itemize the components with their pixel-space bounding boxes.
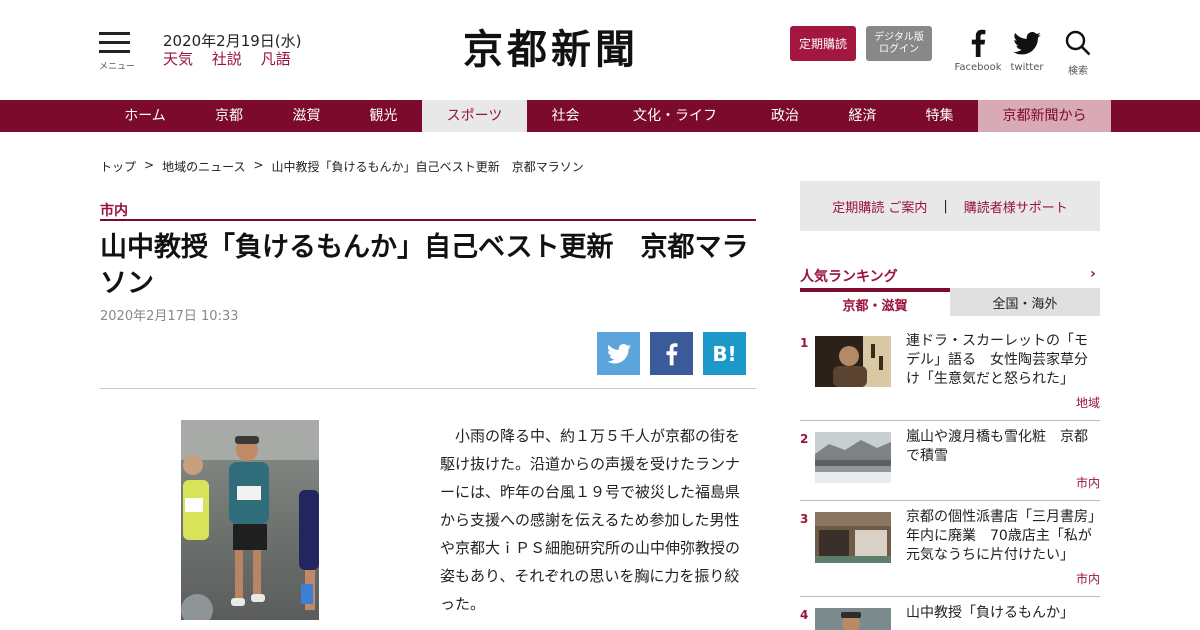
search-icon [1048, 28, 1108, 58]
ranking-category[interactable]: 市内 [1076, 474, 1100, 491]
ranking-divider [800, 596, 1100, 597]
subscription-support-box: 定期購読 ご案内 | 購読者様サポート [800, 181, 1100, 231]
article-photo[interactable] [181, 420, 319, 620]
nav-item-culture-life[interactable]: 文化・ライフ [604, 100, 746, 132]
nav-item-features[interactable]: 特集 [901, 100, 978, 132]
menu-button[interactable]: メニュー [99, 32, 135, 72]
quick-links: 天気 社説 凡語 [163, 48, 305, 69]
ranking-thumbnail [815, 432, 891, 483]
facebook-icon [666, 342, 678, 365]
nav-item-kyoto[interactable]: 京都 [190, 100, 268, 132]
category-divider [100, 219, 756, 221]
main-nav: ホーム 京都 滋賀 観光 スポーツ 社会 文化・ライフ 政治 経済 特集 京都新… [0, 100, 1200, 132]
ranking-thumbnail [815, 336, 891, 387]
nav-item-politics[interactable]: 政治 [746, 100, 824, 132]
article-body: 小雨の降る中、約１万５千人が京都の街を駆け抜けた。沿道からの声援を受けたランナー… [440, 427, 741, 613]
ranking-headline: 連ドラ・スカーレットの「モデル」語る 女性陶芸家草分け「生意気だと怒られた」 [906, 333, 1088, 387]
ranking-category[interactable]: 地域 [1076, 394, 1100, 411]
tab-national-overseas[interactable]: 全国・海外 [950, 288, 1100, 316]
digital-login-button[interactable]: デジタル版 ログイン [866, 26, 932, 61]
breadcrumb-local-news[interactable]: 地域のニュース [162, 158, 245, 175]
ranking-thumbnail [815, 512, 891, 563]
tab-kyoto-shiga[interactable]: 京都・滋賀 [800, 288, 950, 316]
search-button[interactable]: 検索 [1048, 28, 1108, 77]
rank-number: 2 [800, 432, 809, 446]
chevron-right-icon[interactable]: › [1090, 266, 1096, 282]
breadcrumb-current: 山中教授「負けるもんか」自己ベスト更新 京都マラソン [271, 160, 584, 174]
share-hatena-button[interactable]: B! [703, 332, 746, 375]
nav-item-from-kyoto-np[interactable]: 京都新聞から [978, 100, 1111, 132]
article-date: 2020年2月17日 10:33 [100, 309, 239, 324]
reader-support-link[interactable]: 購読者様サポート [964, 197, 1068, 216]
hamburger-icon [99, 32, 130, 35]
rank-number: 1 [800, 336, 809, 350]
editorial-link[interactable]: 社説 [212, 50, 242, 68]
nav-item-shiga[interactable]: 滋賀 [268, 100, 345, 132]
breadcrumb: トップ > 地域のニュース > 山中教授「負けるもんか」自己ベスト更新 京都マラ… [100, 158, 584, 175]
subscription-info-link[interactable]: 定期購読 ご案内 [832, 197, 927, 216]
ranking-divider [800, 420, 1100, 421]
breadcrumb-top[interactable]: トップ [100, 158, 136, 175]
site-header: メニュー 2020年2月19日(水) 天気 社説 凡語 京都新聞 定期購読 デジ… [0, 0, 1200, 100]
menu-label: メニュー [99, 62, 136, 72]
ranking-headline: 嵐山や渡月橋も雪化粧 京都で積雪 [906, 429, 1088, 464]
ranking-title: 人気ランキング [800, 269, 898, 285]
support-divider: | [943, 198, 948, 214]
ranking-headline: 山中教授「負けるもんか」 [906, 605, 1074, 621]
share-twitter-button[interactable] [597, 332, 640, 375]
nav-item-tourism[interactable]: 観光 [345, 100, 422, 132]
rank-number: 3 [800, 512, 809, 526]
ranking-category[interactable]: 市内 [1076, 570, 1100, 587]
site-logo[interactable]: 京都新聞 [463, 17, 639, 75]
breadcrumb-separator: > [144, 158, 155, 172]
twitter-icon [606, 343, 631, 363]
bongo-column-link[interactable]: 凡語 [261, 50, 291, 68]
nav-item-economy[interactable]: 経済 [824, 100, 901, 132]
article-divider [100, 388, 756, 389]
nav-item-sports[interactable]: スポーツ [422, 100, 527, 132]
weather-link[interactable]: 天気 [163, 50, 193, 68]
share-facebook-button[interactable] [650, 332, 693, 375]
ranking-thumbnail [815, 608, 891, 630]
article-category[interactable]: 市内 [100, 200, 128, 220]
rank-number: 4 [800, 608, 809, 622]
subscribe-button[interactable]: 定期購読 [790, 26, 856, 61]
nav-item-home[interactable]: ホーム [100, 100, 190, 132]
ranking-headline: 京都の個性派書店「三月書房」年内に廃業 70歳店主「私が元気なうちに片付けたい」 [906, 509, 1095, 563]
breadcrumb-separator: > [253, 158, 264, 172]
ranking-divider [800, 500, 1100, 501]
nav-item-society[interactable]: 社会 [527, 100, 604, 132]
article-title: 山中教授「負けるもんか」自己ベスト更新 京都マラソン [100, 232, 749, 299]
